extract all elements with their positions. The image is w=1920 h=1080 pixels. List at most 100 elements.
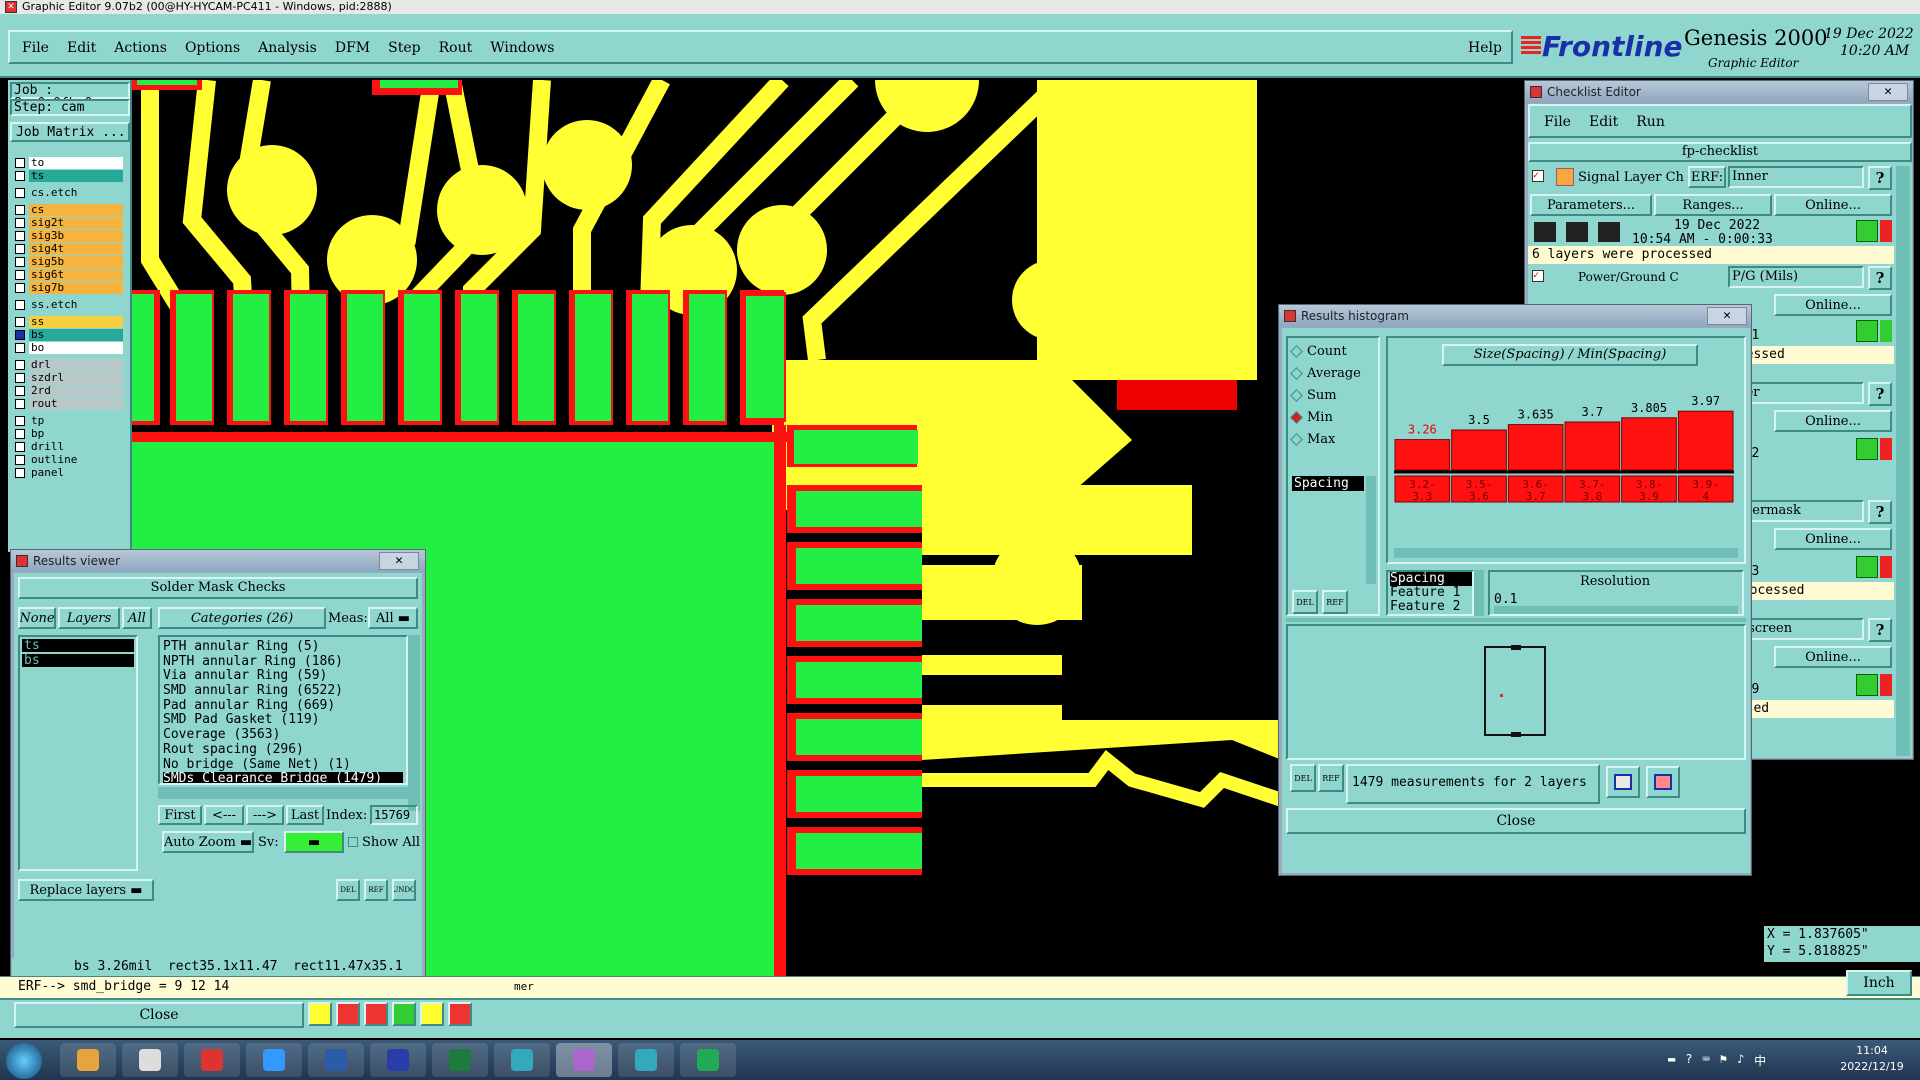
meas-select[interactable]: All ▬: [368, 607, 418, 629]
option-average[interactable]: Average: [1290, 362, 1361, 384]
layer-row-sig4t[interactable]: sig4t: [10, 242, 132, 255]
radio-icon[interactable]: [1290, 344, 1303, 358]
last-button[interactable]: Last: [286, 805, 324, 825]
layer-checkbox[interactable]: [15, 385, 25, 396]
layer-checkbox[interactable]: [15, 372, 25, 383]
sv-color-select[interactable]: ▬: [284, 831, 344, 853]
layer-name[interactable]: bs: [29, 328, 123, 341]
smd-pad[interactable]: [233, 294, 269, 421]
layer-checkbox[interactable]: [15, 157, 25, 168]
tool-cross-icon[interactable]: [364, 1002, 388, 1026]
layer-name[interactable]: sig3b: [29, 229, 123, 242]
check4-help-icon[interactable]: ?: [1868, 500, 1892, 524]
layer-row-sig6t[interactable]: sig6t: [10, 268, 132, 281]
tray-keyboard-icon[interactable]: ⌨: [1702, 1052, 1709, 1069]
option-count[interactable]: Count: [1290, 340, 1361, 362]
smd-pad[interactable]: [575, 294, 611, 421]
tool-chart-icon[interactable]: [448, 1002, 472, 1026]
auto-zoom-select[interactable]: Auto Zoom ▬: [162, 831, 254, 853]
layer-row-outline[interactable]: outline: [10, 453, 132, 466]
check4-zoom-icon[interactable]: [1856, 556, 1878, 578]
categories-list[interactable]: PTH annular Ring (5) NPTH annular Ring (1…: [158, 635, 408, 785]
category-item[interactable]: SMD Pad Gasket (119): [163, 713, 403, 728]
histogram-close-icon[interactable]: ✕: [1707, 307, 1747, 325]
layer-name[interactable]: cs: [29, 203, 123, 216]
resolution-slider[interactable]: [1494, 606, 1738, 614]
feature-item[interactable]: Feature 1: [1390, 586, 1472, 600]
feature-item[interactable]: Feature 2: [1390, 600, 1472, 614]
check2-label[interactable]: Power/Ground C: [1578, 270, 1679, 284]
check3-help-icon[interactable]: ?: [1868, 382, 1892, 406]
histogram-bar[interactable]: [1451, 429, 1507, 471]
show-all-checkbox[interactable]: [348, 837, 358, 847]
histogram-bar[interactable]: [1564, 421, 1621, 471]
layer-name[interactable]: sig2t: [29, 216, 123, 229]
run-icon-1[interactable]: [1532, 220, 1558, 244]
category-item[interactable]: Pad annular Ring (669): [163, 698, 403, 714]
smd-pad[interactable]: [796, 719, 922, 755]
layer-name[interactable]: tp: [29, 414, 123, 427]
layer-row-ts[interactable]: ts: [10, 169, 132, 182]
checklist-scrollbar[interactable]: [1896, 166, 1910, 756]
spacing-list-scrollbar[interactable]: [1366, 476, 1376, 584]
layer-row-panel[interactable]: panel: [10, 466, 132, 479]
taskbar-p-icon[interactable]: [680, 1043, 736, 1077]
menu-help[interactable]: Help: [1468, 40, 1502, 56]
checklist-menu-edit[interactable]: Edit: [1589, 114, 1618, 130]
feature-list[interactable]: Spacing Feature 1 Feature 2: [1386, 570, 1474, 616]
tray-help-icon[interactable]: ?: [1685, 1052, 1692, 1069]
taskbar-excel-icon[interactable]: [432, 1043, 488, 1077]
checklist-menu-file[interactable]: File: [1544, 114, 1571, 130]
menu-edit[interactable]: Edit: [67, 40, 96, 56]
histogram-close-button[interactable]: Close: [1286, 808, 1746, 834]
categories-button[interactable]: Categories (26): [158, 607, 326, 629]
smd-pad[interactable]: [689, 294, 725, 421]
layer-name[interactable]: bp: [29, 427, 123, 440]
option-max[interactable]: Max: [1290, 428, 1361, 450]
categories-scrollbar[interactable]: [408, 635, 420, 811]
layer-checkbox[interactable]: [15, 342, 25, 353]
checklist-close-icon[interactable]: ✕: [1868, 83, 1908, 101]
layer-name[interactable]: sig7b: [29, 281, 123, 294]
check2-zoom-icon[interactable]: [1856, 320, 1878, 342]
smd-pad[interactable]: [632, 294, 668, 421]
smd-pad[interactable]: [404, 294, 440, 421]
taskbar-genesis-icon[interactable]: [556, 1043, 612, 1077]
layer-checkbox[interactable]: [15, 398, 25, 409]
option-sum[interactable]: Sum: [1290, 384, 1361, 406]
option-min[interactable]: Min: [1290, 406, 1361, 428]
layer-name[interactable]: sig6t: [29, 268, 123, 281]
layer-row-drill[interactable]: drill: [10, 440, 132, 453]
histogram-bar[interactable]: [1621, 417, 1677, 471]
taskbar-app-d-icon[interactable]: [246, 1043, 302, 1077]
undo-button[interactable]: UNDO: [392, 879, 416, 901]
run-icon-3[interactable]: [1596, 220, 1622, 244]
layer-checkbox[interactable]: [15, 299, 25, 310]
histogram-bar[interactable]: [1394, 439, 1451, 471]
tool-yellow-icon[interactable]: [308, 1002, 332, 1026]
taskbar-shell-icon[interactable]: [60, 1043, 116, 1077]
layer-row-sig7b[interactable]: sig7b: [10, 281, 132, 294]
layer-name[interactable]: sig5b: [29, 255, 123, 268]
check2-online-button[interactable]: Online...: [1774, 294, 1892, 316]
result-layer-list[interactable]: ts bs: [18, 635, 138, 871]
category-item[interactable]: PTH annular Ring (5): [163, 639, 403, 655]
layer-checkbox[interactable]: [15, 170, 25, 181]
smd-pad[interactable]: [461, 294, 497, 421]
layer-checkbox[interactable]: [15, 441, 25, 452]
layer-row-tp[interactable]: tp: [10, 414, 132, 427]
layer-checkbox[interactable]: [15, 316, 25, 327]
tool-green-icon[interactable]: [392, 1002, 416, 1026]
layer-row-cs[interactable]: cs: [10, 203, 132, 216]
layers-button[interactable]: Layers: [58, 607, 120, 629]
layer-name[interactable]: cs.etch: [29, 186, 123, 199]
layer-row-sig3b[interactable]: sig3b: [10, 229, 132, 242]
ref-button[interactable]: REF: [364, 879, 388, 901]
checklist-menu-run[interactable]: Run: [1636, 114, 1665, 130]
spacing-list-item[interactable]: Spacing: [1292, 476, 1364, 491]
replace-layers-select[interactable]: Replace layers ▬: [18, 879, 154, 901]
histogram-bar[interactable]: [1507, 424, 1564, 471]
layer-name[interactable]: ss.etch: [29, 298, 123, 311]
spacing-list[interactable]: Spacing: [1292, 476, 1364, 576]
layer-name[interactable]: 2rd: [29, 384, 123, 397]
